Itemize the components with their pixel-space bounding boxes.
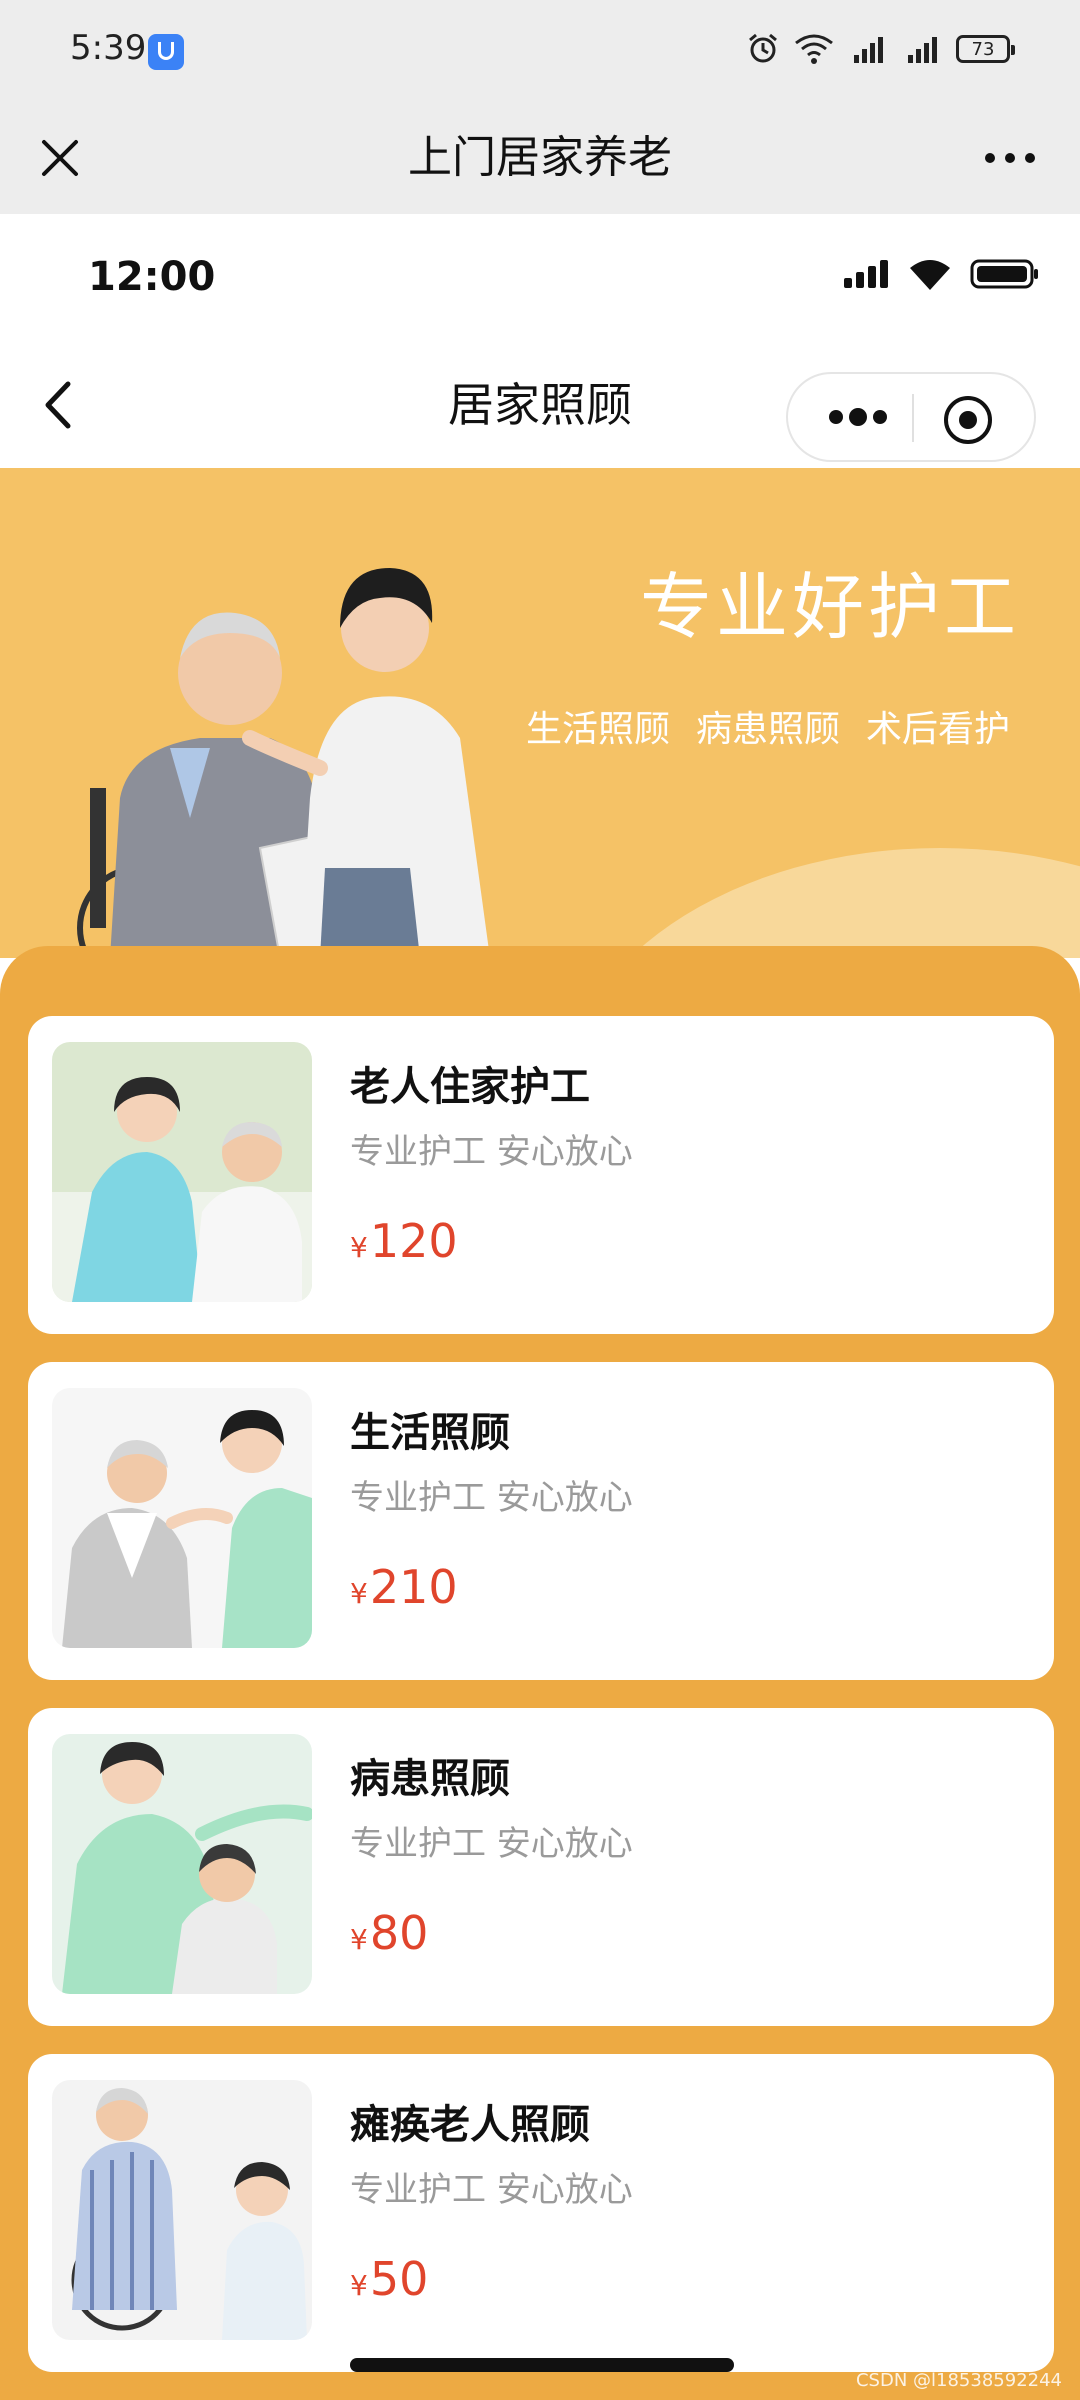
hero-title: 专业好护工 (639, 565, 1020, 649)
wifi-icon (795, 34, 833, 64)
service-desc: 专业护工 安心放心 (350, 1478, 633, 1518)
price-value: 50 (369, 2252, 429, 2306)
cellular-icon (844, 260, 888, 288)
service-price: ¥ 120 (350, 1214, 458, 1268)
system-icons: 73 (746, 32, 1015, 66)
currency-symbol: ¥ (350, 1923, 368, 1956)
battery-icon: 73 (956, 35, 1015, 63)
hero-tags: 生活照顾 病患照顾 术后看护 (500, 700, 1010, 752)
service-desc: 专业护工 安心放心 (350, 1824, 633, 1864)
service-desc: 专业护工 安心放心 (350, 2170, 633, 2210)
mini-app-page: 12:00 居家照顾 专业好护工 生活照顾 病患照顾 术后看护 老人住家护工 专… (0, 214, 1080, 2400)
currency-symbol: ¥ (350, 1577, 368, 1610)
currency-symbol: ¥ (350, 1231, 368, 1264)
battery-icon (970, 259, 1038, 289)
hero-tag: 术后看护 (865, 709, 1010, 750)
service-card[interactable]: 生活照顾 专业护工 安心放心 ¥ 210 (28, 1362, 1054, 1680)
inner-time: 12:00 (88, 254, 216, 300)
security-shield-icon (148, 34, 184, 70)
service-image (52, 1388, 312, 1648)
signal-4g-icon (908, 37, 937, 63)
more-dots-icon[interactable] (818, 394, 898, 440)
price-value: 80 (369, 1906, 429, 1960)
service-image (52, 2080, 312, 2340)
service-list: 老人住家护工 专业护工 安心放心 ¥ 120 生活照顾 专业护工 安心放心 ¥ … (0, 946, 1080, 2400)
service-price: ¥ 50 (350, 2252, 428, 2306)
price-value: 120 (369, 1214, 458, 1268)
alarm-icon (749, 33, 777, 63)
service-image (52, 1042, 312, 1302)
service-image (52, 1734, 312, 1994)
inner-status-bar: 12:00 (0, 214, 1080, 342)
service-card[interactable]: 老人住家护工 专业护工 安心放心 ¥ 120 (28, 1016, 1054, 1334)
close-miniprogram-icon[interactable] (940, 392, 996, 448)
hero-decor-arc (560, 848, 1080, 958)
service-name: 瘫痪老人照顾 (350, 2102, 590, 2148)
service-price: ¥ 210 (350, 1560, 458, 1614)
battery-level: 73 (971, 38, 995, 60)
wechat-title-bar: 上门居家养老 (0, 104, 1080, 214)
currency-symbol: ¥ (350, 2269, 368, 2302)
price-value: 210 (369, 1560, 458, 1614)
wechat-title: 上门居家养老 (408, 132, 672, 183)
service-card[interactable]: 病患照顾 专业护工 安心放心 ¥ 80 (28, 1708, 1054, 2026)
home-indicator[interactable] (350, 2358, 734, 2372)
system-status-bar: 5:39 73 (0, 0, 1080, 104)
hero-banner: 专业好护工 生活照顾 病患照顾 术后看护 (0, 468, 1080, 958)
navigation-bar: 居家照顾 (0, 342, 1080, 468)
mini-program-capsule (786, 372, 1036, 462)
service-card[interactable]: 瘫痪老人照顾 专业护工 安心放心 ¥ 50 (28, 2054, 1054, 2372)
signal-5g-icon (854, 37, 883, 63)
service-price: ¥ 80 (350, 1906, 428, 1960)
capsule-divider (912, 394, 914, 442)
wifi-icon (910, 260, 950, 290)
service-desc: 专业护工 安心放心 (350, 1132, 633, 1172)
hero-tag: 病患照顾 (695, 709, 840, 750)
inner-status-icons (842, 258, 1040, 290)
caregiver-elder-photo (77, 568, 490, 958)
service-name: 病患照顾 (350, 1756, 510, 1802)
hero-tag: 生活照顾 (525, 709, 670, 750)
service-name: 生活照顾 (350, 1410, 510, 1456)
more-icon[interactable] (970, 128, 1050, 188)
watermark: CSDN @l18538592244 (855, 2370, 1062, 2391)
service-name: 老人住家护工 (350, 1064, 590, 1110)
system-time: 5:39 (70, 28, 147, 68)
